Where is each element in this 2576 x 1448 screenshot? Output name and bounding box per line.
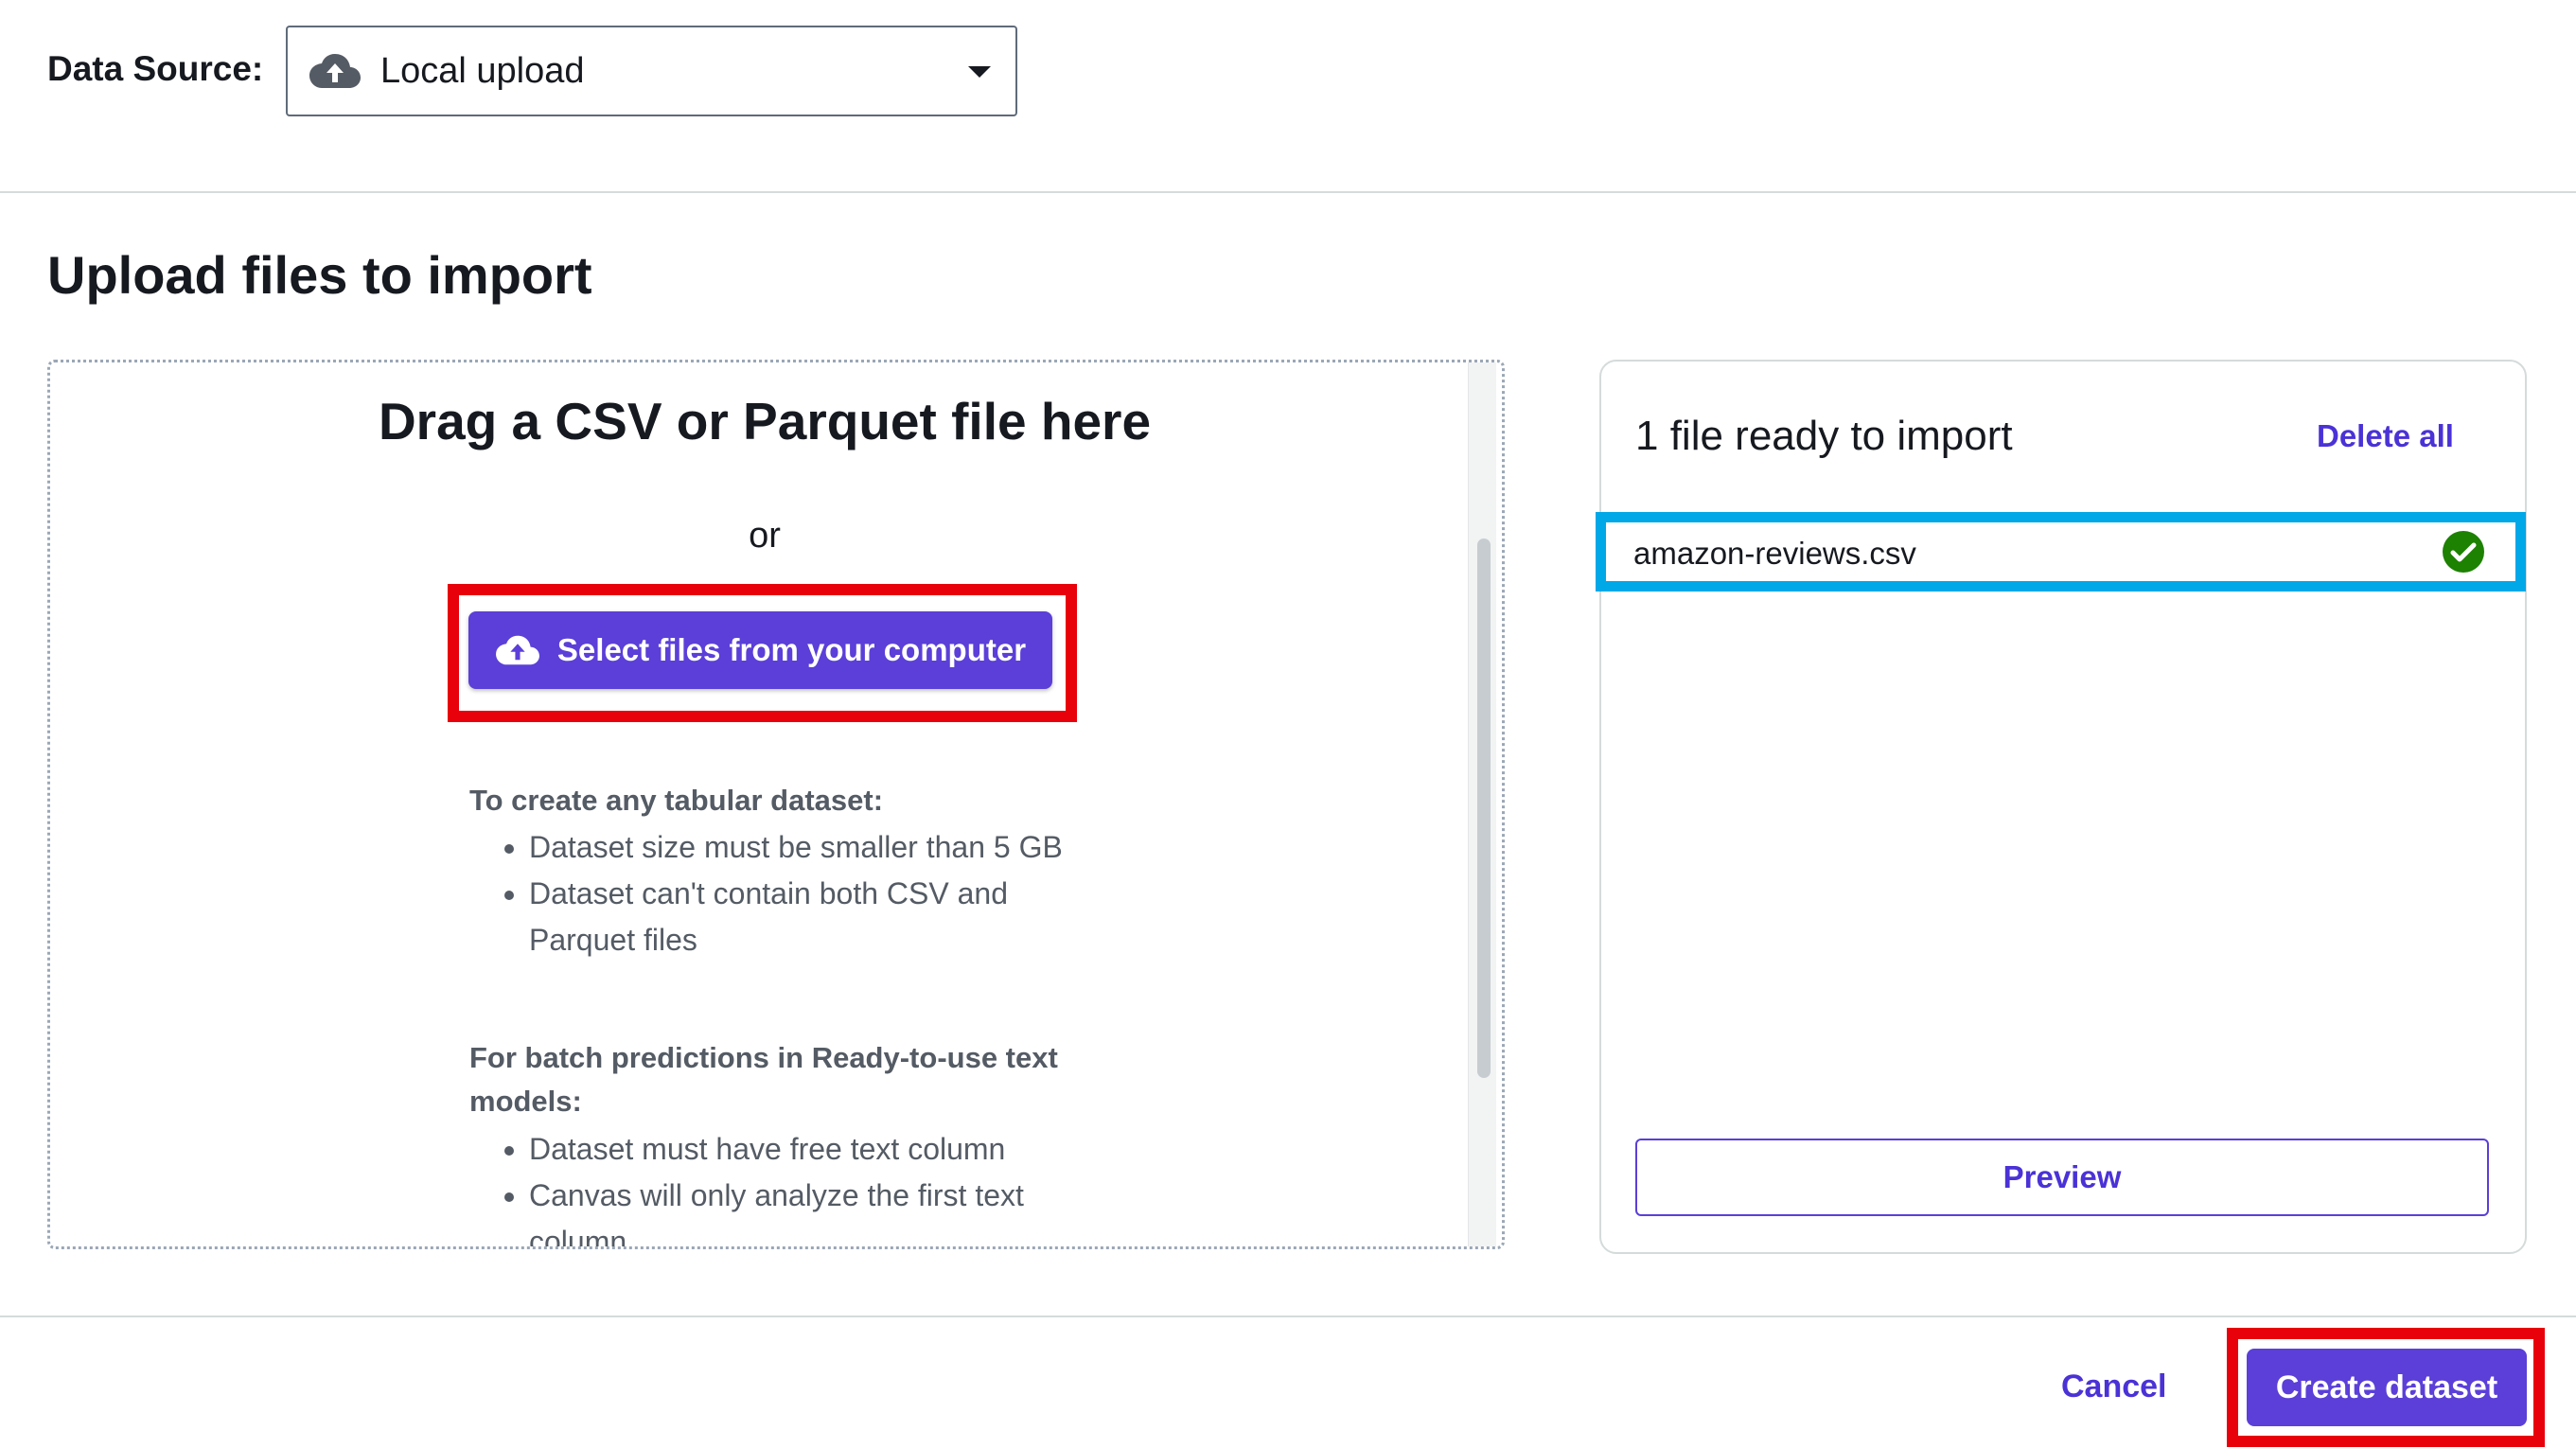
check-circle-icon <box>2443 531 2484 573</box>
data-source-label: Data Source: <box>47 49 264 88</box>
cloud-upload-icon <box>495 635 539 665</box>
select-files-label: Select files from your computer <box>556 632 1027 667</box>
batch-requirements-heading: For batch predictions in Ready-to-use te… <box>469 1041 1058 1118</box>
header-divider <box>0 191 2576 193</box>
preview-button[interactable]: Preview <box>1635 1139 2489 1216</box>
data-source-dropdown[interactable]: Local upload <box>286 26 1017 116</box>
select-files-button[interactable]: Select files from your computer <box>468 611 1052 689</box>
data-source-value: Local upload <box>380 50 585 91</box>
cloud-upload-icon <box>309 54 361 88</box>
dropzone-heading: Drag a CSV or Parquet file here <box>378 392 1152 450</box>
files-ready-title: 1 file ready to import <box>1635 413 2013 459</box>
file-name: amazon-reviews.csv <box>1633 536 1916 571</box>
file-dropzone[interactable]: Drag a CSV or Parquet file here or Selec… <box>47 360 1505 1249</box>
delete-all-button[interactable]: Delete all <box>2317 418 2454 454</box>
footer-divider <box>0 1316 2576 1317</box>
dropzone-scrollbar-thumb[interactable] <box>1477 539 1491 1078</box>
list-item: Dataset must have free text column <box>529 1126 1101 1173</box>
cancel-button[interactable]: Cancel <box>2061 1369 2167 1405</box>
import-files-panel <box>1599 360 2527 1254</box>
page-title: Upload files to import <box>47 245 592 305</box>
list-item: Canvas will only analyze the first text … <box>529 1173 1068 1246</box>
list-item: Dataset size must be smaller than 5 GB <box>529 824 1101 871</box>
batch-requirements-list: Dataset must have free text column Canva… <box>495 1126 1101 1246</box>
list-item: Dataset can't contain both CSV and Parqu… <box>529 871 1040 963</box>
tabular-requirements-list: Dataset size must be smaller than 5 GB D… <box>495 824 1101 963</box>
tabular-requirements-heading: To create any tabular dataset: <box>469 784 884 817</box>
chevron-down-icon <box>968 66 991 78</box>
dropzone-or-text: or <box>749 516 781 556</box>
create-dataset-button[interactable]: Create dataset <box>2247 1349 2527 1426</box>
